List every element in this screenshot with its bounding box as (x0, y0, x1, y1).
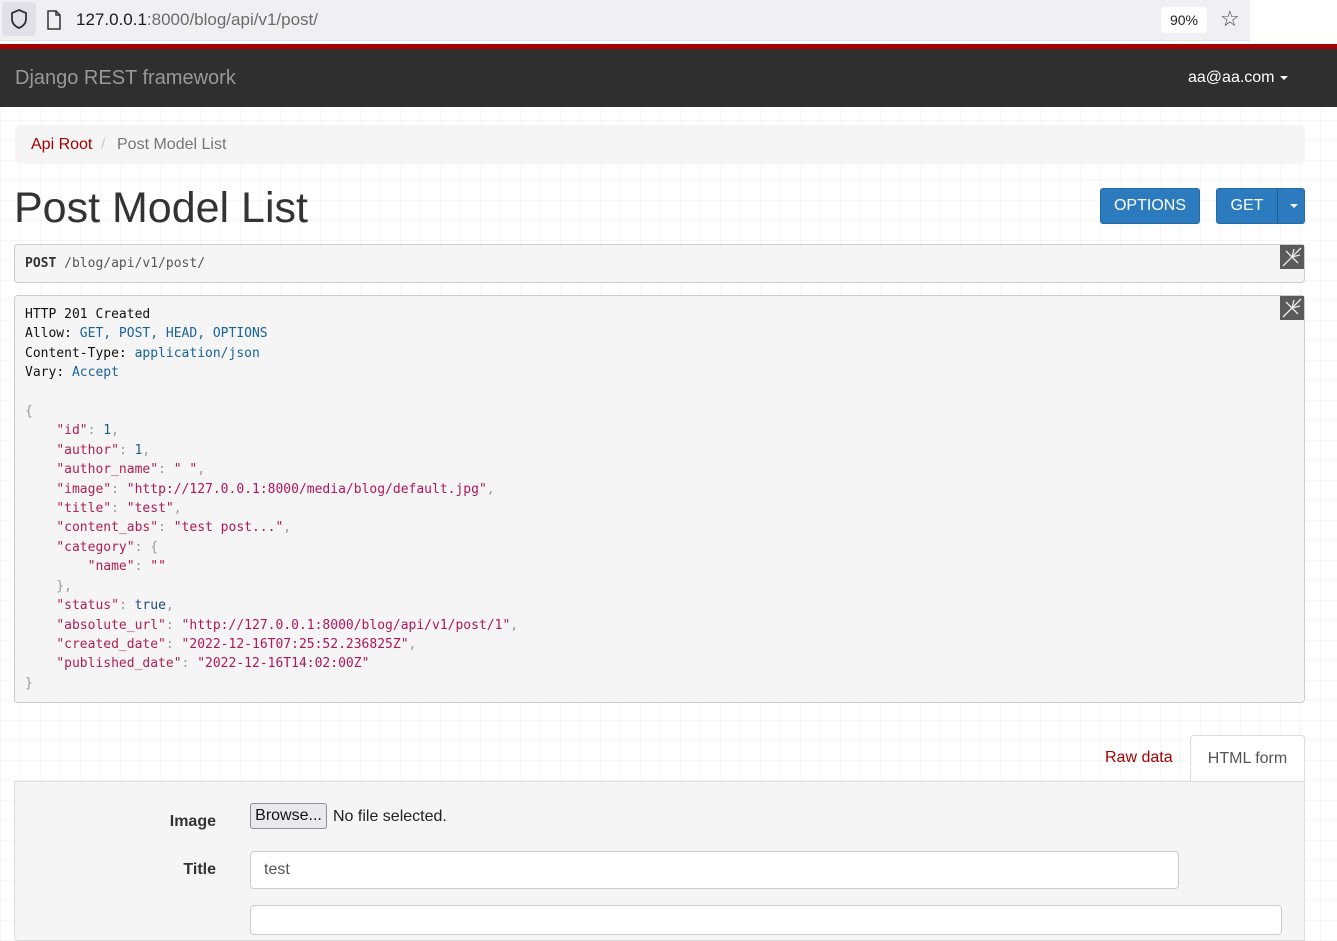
json-line: "status": true, (56, 598, 174, 613)
json-value-created-date: "2022-12-16T07:25:52.236825Z" (181, 637, 409, 652)
page-icon (46, 10, 62, 30)
bookmark-star-icon[interactable]: ☆ (1220, 8, 1240, 30)
json-open-brace: { (25, 404, 33, 419)
response-info: HTTP 201 Created Allow: GET, POST, HEAD,… (14, 295, 1305, 703)
json-value-status: true (134, 598, 166, 613)
json-value-content-abs: "test post..." (173, 520, 284, 535)
header-key: Vary (25, 365, 57, 380)
zoom-indicator[interactable]: 90% (1161, 7, 1207, 33)
json-line: "published_date": "2022-12-16T14:02:00Z" (56, 656, 370, 671)
header-value: Accept (71, 365, 119, 380)
breadcrumb: Api Root / Post Model List (15, 125, 1305, 164)
header-key: Content-Type (25, 346, 119, 361)
url-host: 127.0.0.1 (76, 10, 147, 29)
json-line: "id": 1, (56, 423, 119, 438)
header-value: GET, POST, HEAD, OPTIONS (79, 326, 268, 341)
image-label: Image (169, 813, 216, 830)
json-value-published-date: "2022-12-16T14:02:00Z" (197, 656, 370, 671)
header-value: application/json (134, 346, 260, 361)
json-line: "absolute_url": "http://127.0.0.1:8000/b… (56, 618, 519, 633)
json-line: }, (25, 579, 72, 594)
file-status: No file selected. (333, 808, 447, 825)
browser-toolbar-edge (1250, 0, 1337, 44)
breadcrumb-api-root[interactable]: Api Root (31, 136, 92, 154)
options-button[interactable]: OPTIONS (1100, 188, 1200, 224)
json-value-author-name: " " (173, 462, 198, 477)
page-title: Post Model List (14, 184, 308, 232)
breadcrumb-separator: / (101, 136, 106, 153)
user-menu[interactable]: aa@aa.com (1188, 69, 1288, 87)
json-line: "author": 1, (56, 443, 151, 458)
title-input[interactable] (250, 851, 1179, 889)
request-path: /blog/api/v1/post/ (64, 256, 206, 271)
json-line: "name": "" (87, 559, 166, 574)
title-label: Title (183, 861, 216, 878)
tab-raw-data[interactable]: Raw data (1105, 749, 1173, 767)
json-value-title: "test" (126, 501, 174, 516)
browser-toolbar: 127.0.0.1:8000/blog/api/v1/post/ 90% ☆ (0, 0, 1250, 41)
prettyprint-icon[interactable] (1280, 296, 1304, 320)
navbar: Django REST framework aa@aa.com (0, 49, 1337, 107)
get-button[interactable]: GET (1216, 188, 1278, 224)
request-method: POST (25, 256, 57, 271)
breadcrumb-current: Post Model List (117, 136, 227, 153)
json-line: "author_name": " ", (56, 462, 206, 477)
brand-link[interactable]: Django REST framework (15, 67, 236, 90)
tab-html-form[interactable]: HTML form (1190, 735, 1305, 782)
chevron-down-icon (1289, 204, 1298, 208)
json-value-id: 1 (103, 423, 112, 438)
address-bar[interactable]: 127.0.0.1:8000/blog/api/v1/post/ (76, 10, 318, 30)
json-line: "image": "http://127.0.0.1:8000/media/bl… (56, 482, 495, 497)
response-header: Content-Type: application/json (25, 346, 260, 361)
response-header: Allow: GET, POST, HEAD, OPTIONS (25, 326, 268, 341)
request-info: POST /blog/api/v1/post/ (14, 244, 1305, 283)
json-line: "category": { (56, 540, 159, 555)
json-value-absolute-url: "http://127.0.0.1:8000/blog/api/v1/post/… (181, 618, 511, 633)
shield-icon[interactable] (2, 2, 36, 36)
response-status: HTTP 201 Created (25, 307, 151, 322)
browse-button[interactable]: Browse... (250, 803, 327, 829)
json-line: "created_date": "2022-12-16T07:25:52.236… (56, 637, 417, 652)
chevron-down-icon (1279, 75, 1288, 80)
header-key: Allow (25, 326, 65, 341)
content-input[interactable] (250, 905, 1282, 935)
json-line: "title": "test", (56, 501, 182, 516)
response-header: Vary: Accept (25, 365, 119, 380)
json-value-image: "http://127.0.0.1:8000/media/blog/defaul… (126, 482, 487, 497)
json-line: "content_abs": "test post...", (56, 520, 292, 535)
url-path: :8000/blog/api/v1/post/ (146, 10, 318, 29)
get-dropdown-button[interactable] (1277, 188, 1305, 224)
prettyprint-icon[interactable] (1280, 245, 1304, 269)
user-email: aa@aa.com (1188, 69, 1275, 86)
json-value-category-name: "" (150, 559, 166, 574)
request-line: POST /blog/api/v1/post/ (25, 256, 205, 271)
json-close-brace: } (25, 676, 33, 691)
